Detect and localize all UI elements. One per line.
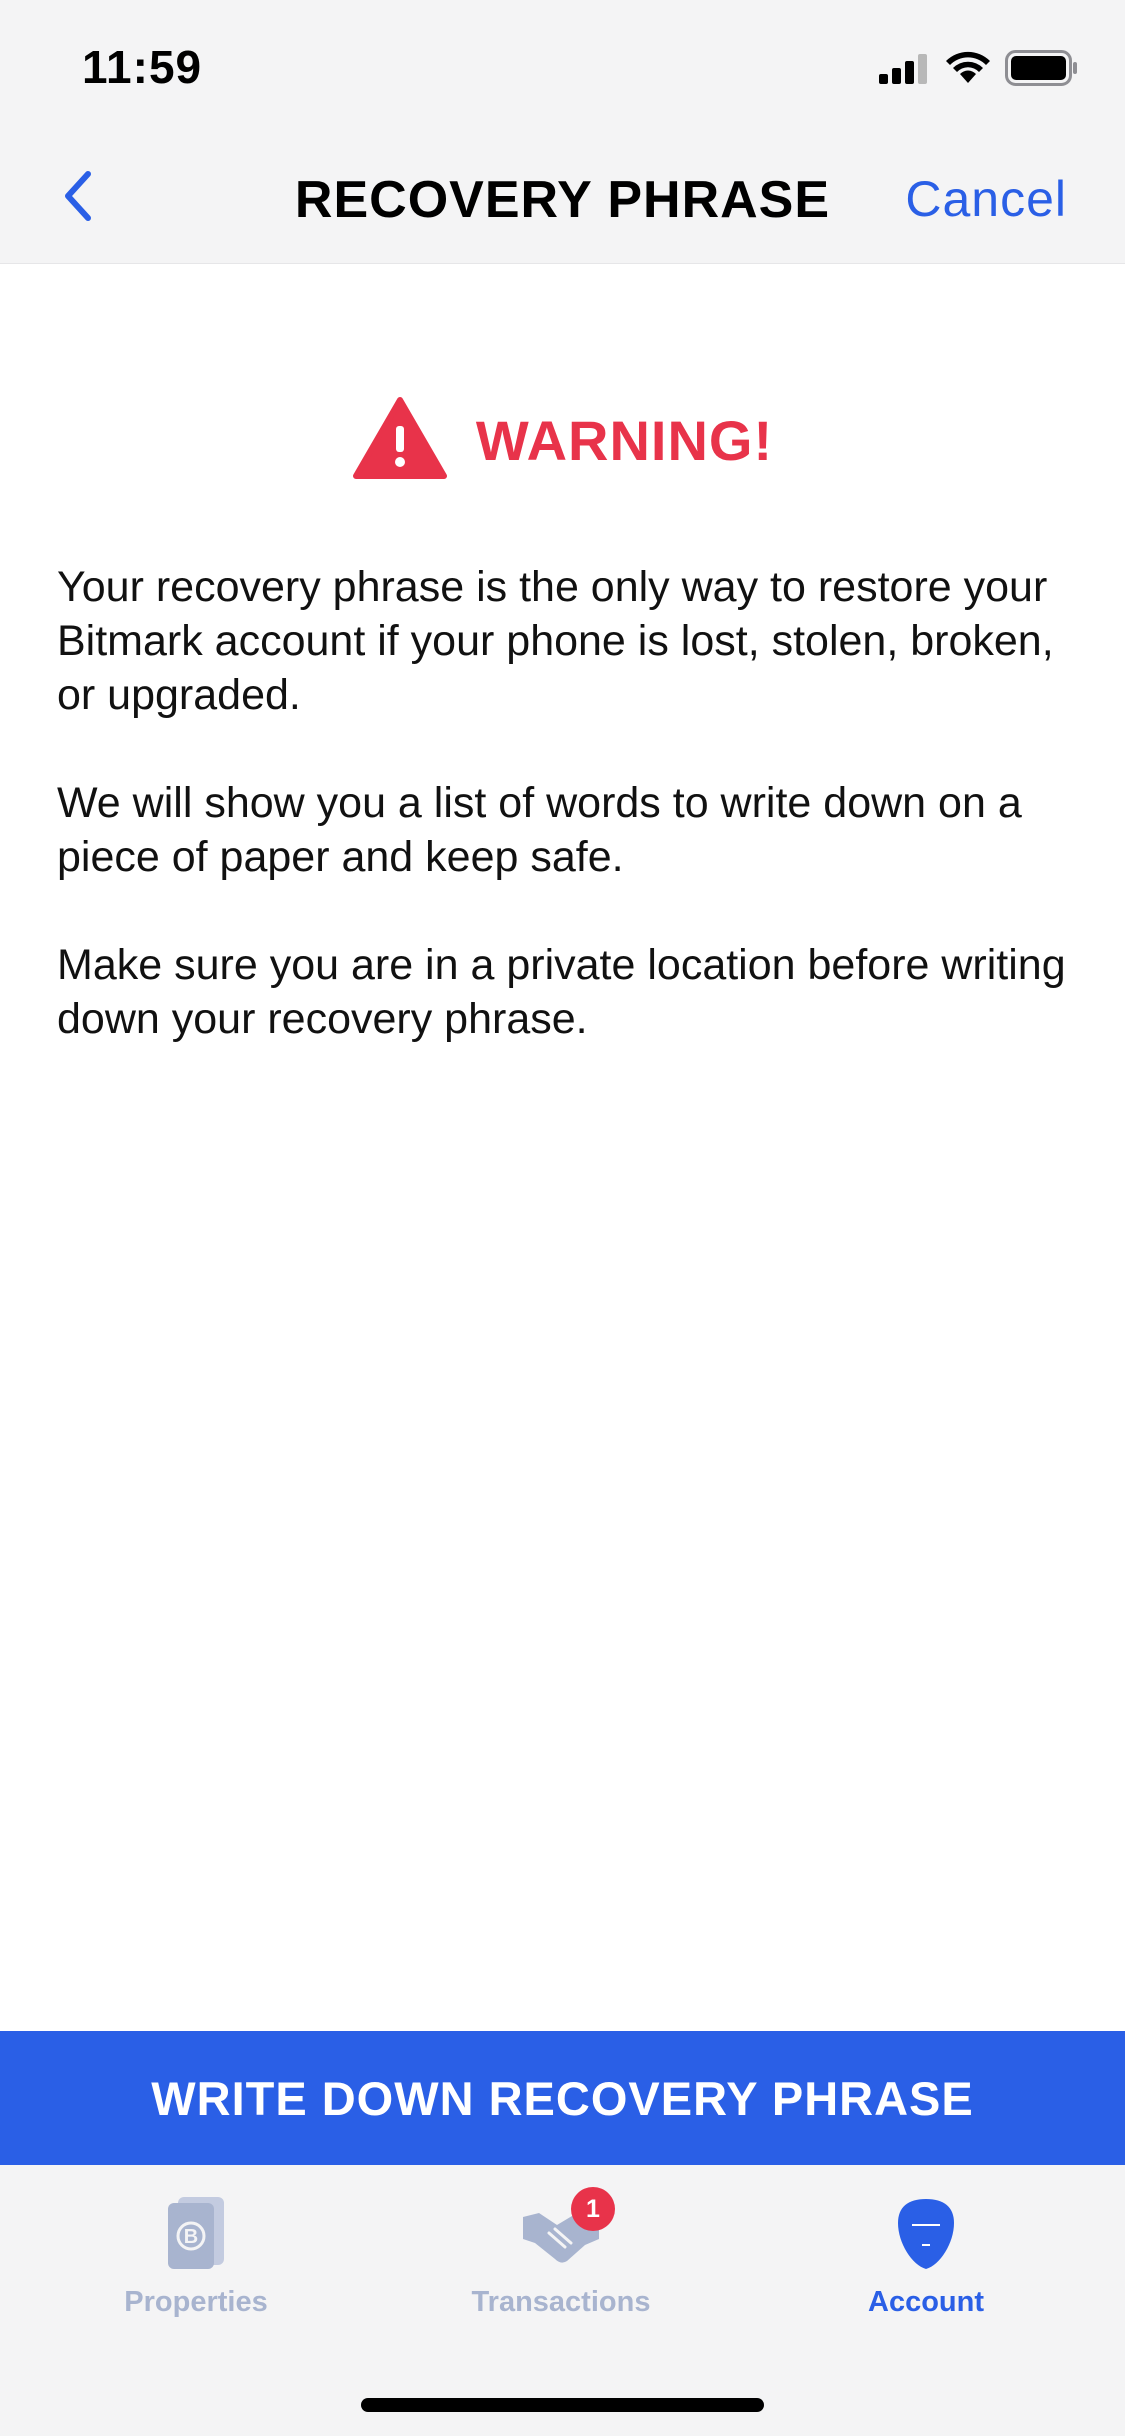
- tab-label: Account: [868, 2286, 984, 2318]
- tab-properties[interactable]: B Properties: [66, 2195, 326, 2318]
- status-icons: [879, 50, 1079, 91]
- status-time: 11:59: [82, 41, 203, 93]
- tab-bar: B Properties 1 Transactions Account: [0, 2165, 1125, 2436]
- status-bar: 11:59: [0, 0, 1125, 132]
- warning-triangle-icon: [352, 396, 448, 485]
- wifi-icon: [945, 51, 991, 90]
- battery-icon: [1005, 50, 1079, 91]
- recovery-phrase-screen: 11:59 RECOVERY PHRASE Cancel WARNING! Yo…: [0, 0, 1125, 2436]
- primary-button-label: WRITE DOWN RECOVERY PHRASE: [151, 2071, 974, 2125]
- navigation-bar: RECOVERY PHRASE Cancel: [0, 132, 1125, 264]
- svg-text:B: B: [184, 2226, 198, 2248]
- tab-label: Properties: [124, 2286, 268, 2318]
- warning-label: WARNING!: [475, 409, 774, 472]
- instruction-paragraph: We will show you a list of words to writ…: [57, 779, 1022, 881]
- signal-icon: [879, 52, 931, 89]
- tab-account[interactable]: Account: [796, 2195, 1056, 2318]
- warning-heading: WARNING!: [0, 396, 1125, 485]
- tab-label: Transactions: [471, 2286, 651, 2318]
- tab-transactions[interactable]: 1 Transactions: [431, 2187, 691, 2318]
- instruction-paragraph: Make sure you are in a private location …: [57, 941, 1066, 1043]
- cancel-button[interactable]: Cancel: [905, 170, 1067, 228]
- properties-icon: B: [164, 2195, 228, 2276]
- instructions: Your recovery phrase is the only way to …: [57, 560, 1068, 1100]
- account-icon: [894, 2195, 958, 2276]
- notification-badge: 1: [571, 2187, 615, 2231]
- home-indicator[interactable]: [361, 2398, 764, 2412]
- instruction-paragraph: Your recovery phrase is the only way to …: [57, 563, 1054, 719]
- write-down-recovery-phrase-button[interactable]: WRITE DOWN RECOVERY PHRASE: [0, 2031, 1125, 2165]
